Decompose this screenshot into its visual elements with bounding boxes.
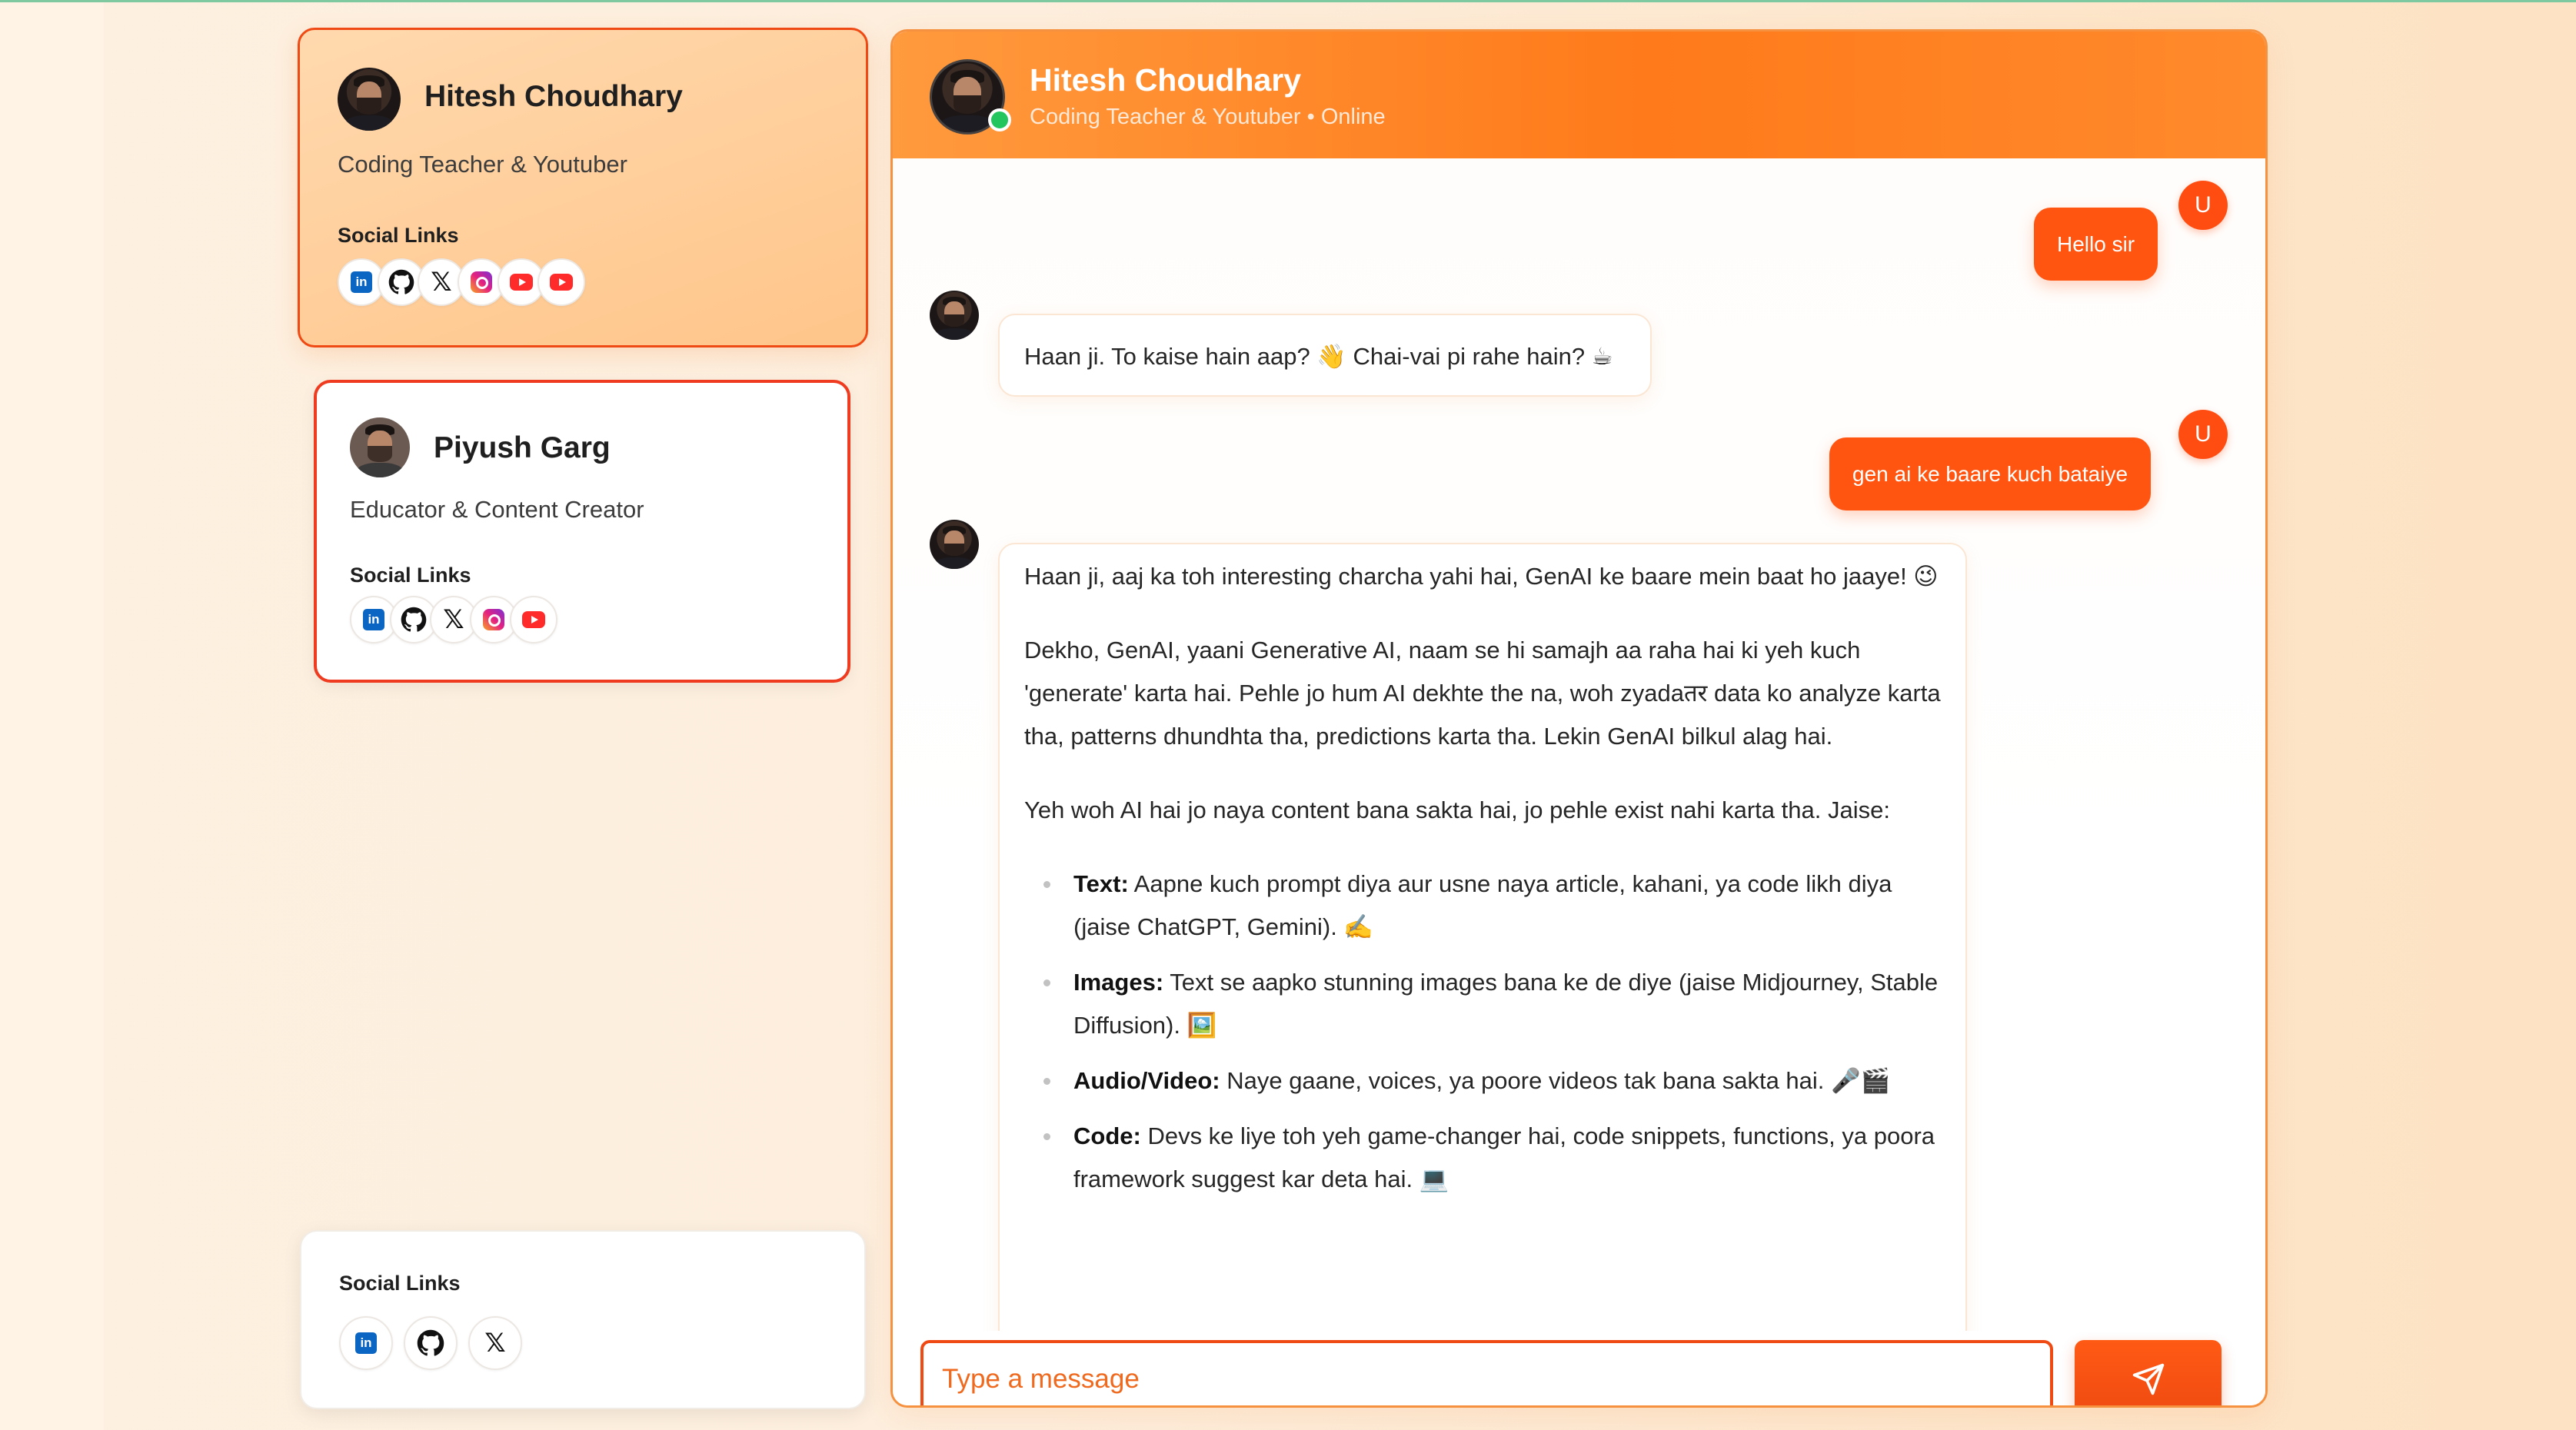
bot-message: Haan ji. To kaise hain aap? 👋 Chai-vai p… [998, 314, 1652, 397]
list-item: Audio/Video: Naye gaane, voices, ya poor… [1024, 1059, 1941, 1102]
user-message: Hello sir [2034, 208, 2158, 281]
avatar [350, 417, 410, 477]
list-item: Text: Aapne kuch prompt diya aur usne na… [1024, 863, 1941, 949]
page-background-left [0, 2, 104, 1430]
page-background-right [2465, 2, 2576, 1430]
composer [893, 1331, 2265, 1405]
message-list[interactable]: U Hello sir Haan ji. To kaise hain aap? … [893, 158, 2265, 1331]
persona-name: Piyush Garg [434, 431, 611, 464]
youtube-icon[interactable] [510, 596, 557, 644]
send-button[interactable] [2075, 1340, 2222, 1405]
bot-message-paragraph: Haan ji, aaj ka toh interesting charcha … [1024, 563, 1939, 590]
social-links: in 𝕏 [350, 596, 557, 644]
bot-avatar [930, 291, 979, 340]
user-avatar: U [2178, 181, 2228, 230]
persona-card-piyush[interactable]: Piyush Garg Educator & Content Creator S… [314, 380, 850, 683]
chat-header: Hitesh Choudhary Coding Teacher & Youtub… [893, 32, 2265, 158]
user-avatar: U [2178, 410, 2228, 459]
send-icon [2132, 1363, 2164, 1395]
github-icon[interactable] [404, 1316, 458, 1370]
persona-name: Hitesh Choudhary [424, 80, 683, 113]
social-links-title: Social Links [339, 1272, 461, 1295]
avatar [338, 68, 401, 131]
user-message: gen ai ke baare kuch bataiye [1829, 437, 2152, 510]
list-item: Code: Devs ke liye toh yeh game-changer … [1024, 1115, 1941, 1201]
social-links: in 𝕏 [338, 258, 585, 306]
bot-message-paragraph: Dekho, GenAI, yaani Generative AI, naam … [1024, 637, 1941, 750]
social-links-title: Social Links [338, 224, 459, 247]
message-input[interactable] [920, 1340, 2053, 1405]
chat-panel: Hitesh Choudhary Coding Teacher & Youtub… [890, 29, 2268, 1408]
bot-message-paragraph: Yeh woh AI hai jo naya content bana sakt… [1024, 796, 1890, 823]
persona-role: Educator & Content Creator [350, 496, 644, 523]
social-links-title: Social Links [350, 564, 471, 587]
social-links-card: Social Links in 𝕏 [300, 1230, 866, 1409]
bot-message-list: Text: Aapne kuch prompt diya aur usne na… [1024, 863, 1941, 1201]
chat-subtitle: Coding Teacher & Youtuber • Online [1030, 105, 1386, 129]
bot-message-text: Haan ji. To kaise hain aap? 👋 Chai-vai p… [1024, 343, 1613, 370]
chat-title: Hitesh Choudhary [1030, 62, 1302, 98]
bot-avatar [930, 520, 979, 569]
online-status-dot [988, 108, 1011, 131]
social-links: in 𝕏 [339, 1316, 533, 1370]
list-item: Images: Text se aapko stunning images ba… [1024, 961, 1941, 1047]
linkedin-icon[interactable]: in [339, 1316, 393, 1370]
youtube-icon[interactable] [537, 258, 585, 306]
persona-card-hitesh[interactable]: Hitesh Choudhary Coding Teacher & Youtub… [298, 28, 868, 348]
persona-role: Coding Teacher & Youtuber [338, 151, 627, 178]
bot-message: Haan ji, aaj ka toh interesting charcha … [998, 543, 1967, 1331]
x-icon[interactable]: 𝕏 [468, 1316, 522, 1370]
